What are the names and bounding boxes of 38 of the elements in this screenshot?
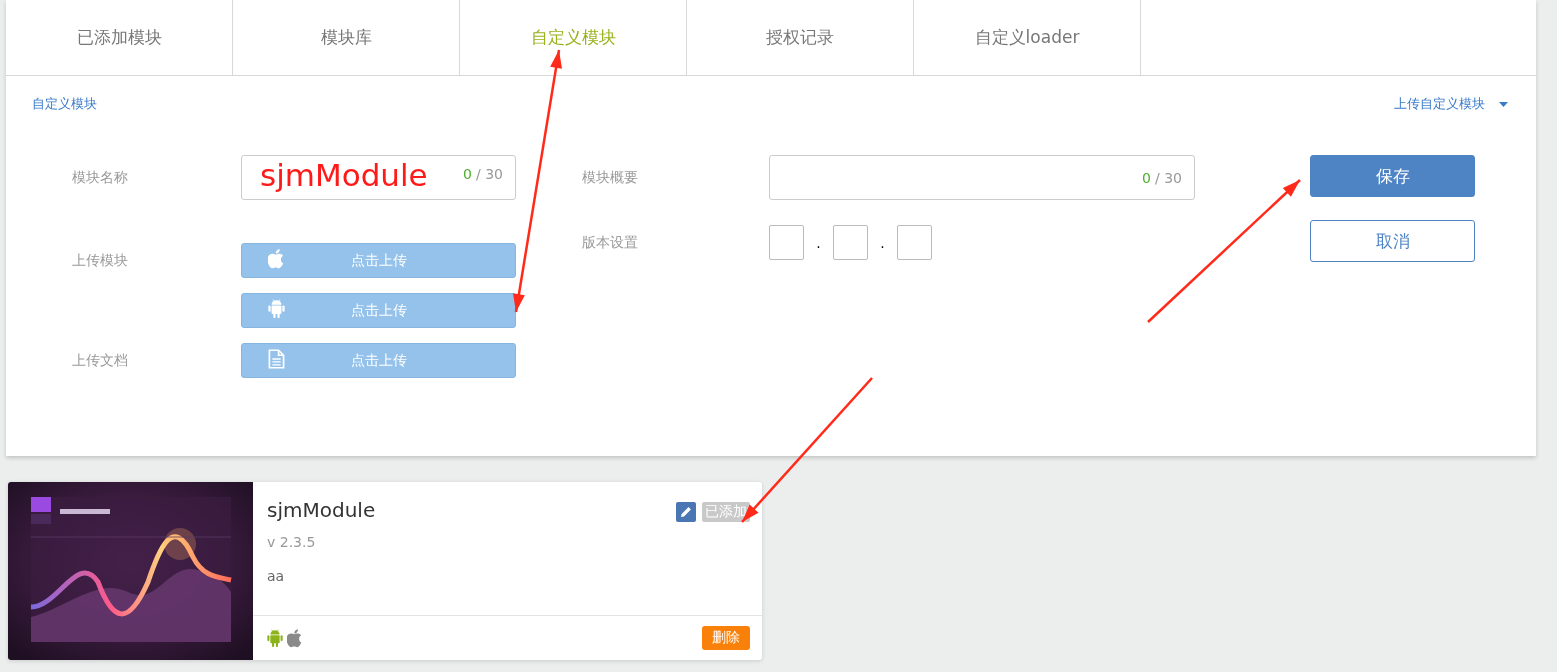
module-description: aa xyxy=(267,568,286,584)
tab[interactable]: 已添加模块 xyxy=(6,0,233,75)
upload-menu[interactable]: 上传自定义模块 xyxy=(1394,95,1508,113)
field-label: 上传模块 xyxy=(72,251,129,270)
caret-icon xyxy=(1499,101,1508,107)
version-field[interactable] xyxy=(833,225,868,260)
field-label: 模块概要 xyxy=(582,168,639,187)
field-label: 版本设置 xyxy=(582,233,639,252)
tab[interactable]: 模块库 xyxy=(233,0,460,75)
input-field[interactable]: sjmModule 0 / 30 xyxy=(241,155,516,200)
android-icon xyxy=(268,299,285,319)
version-field[interactable] xyxy=(769,225,804,260)
breadcrumb: 自定义模块 xyxy=(32,95,97,113)
delete-button[interactable]: 删除 xyxy=(702,626,750,650)
tab[interactable]: 自定义模块 xyxy=(460,0,687,75)
pencil-icon xyxy=(680,506,692,518)
cancel-button[interactable]: 取消 xyxy=(1310,220,1475,262)
document-icon xyxy=(268,349,285,369)
field-label: 上传文档 xyxy=(72,351,129,370)
tab[interactable]: 授权记录 xyxy=(687,0,914,75)
field-label: 模块名称 xyxy=(72,168,129,187)
input-field[interactable]: 0 / 30 xyxy=(769,155,1195,200)
save-button[interactable]: 保存 xyxy=(1310,155,1475,197)
module-title: sjmModule xyxy=(267,498,376,522)
char-count: 0 xyxy=(463,165,472,182)
version-field[interactable] xyxy=(897,225,932,260)
char-count: 0 xyxy=(1142,169,1151,186)
field-value: sjmModule xyxy=(260,160,428,191)
char-limit: / 30 xyxy=(1155,169,1182,186)
android-icon xyxy=(267,628,283,648)
edit-button[interactable] xyxy=(676,502,696,522)
char-limit: / 30 xyxy=(476,165,503,182)
apple-icon xyxy=(268,249,285,269)
tab[interactable]: 自定义loader xyxy=(914,0,1141,75)
module-version: v 2.3.5 xyxy=(267,534,317,550)
version-separator: . xyxy=(879,234,886,251)
version-separator: . xyxy=(815,234,822,251)
apple-icon xyxy=(287,628,303,648)
